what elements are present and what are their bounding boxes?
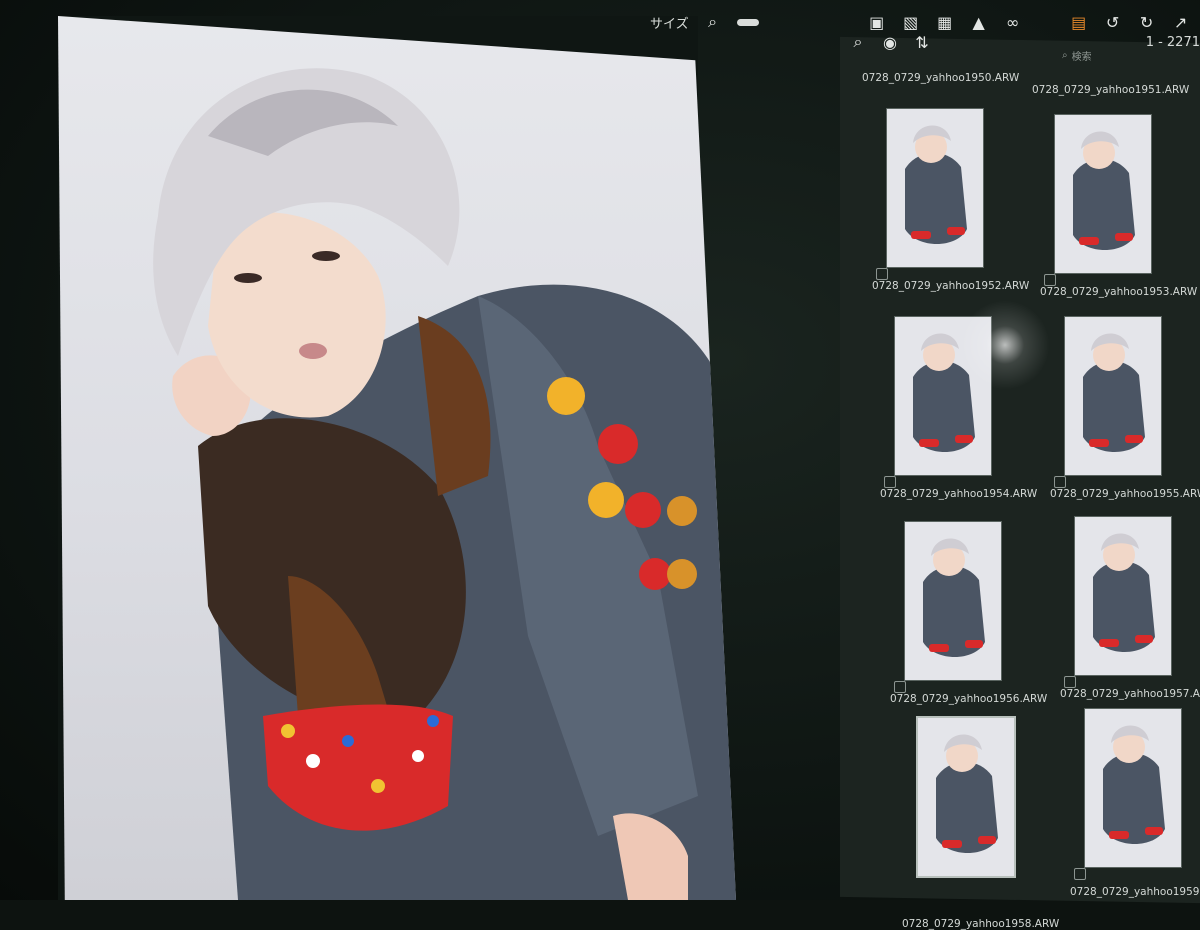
thumbnail-cell[interactable]: 0728_0729_yahhoo1957.ARW <box>1060 500 1200 700</box>
search-icon-small: ⌕ <box>1062 49 1068 61</box>
sort-icon[interactable]: ⇅ <box>912 32 932 52</box>
thumbnail-name: 0728_0729_yahhoo1952.ARW <box>872 280 1030 292</box>
zoom-icon[interactable]: ⌕ <box>703 12 723 32</box>
thumbnail-checkbox[interactable] <box>1044 274 1056 286</box>
thumbnail-checkbox[interactable] <box>1064 676 1076 688</box>
thumbnail-cell[interactable]: 0728_0729_yahhoo1952.ARW <box>872 92 1029 292</box>
thumbnail-cell[interactable]: 0728_0729_yahhoo1959.ARW <box>1070 692 1200 898</box>
thumbnail-name: 0728_0729_yahhoo1955.ARW <box>1050 488 1200 500</box>
thumbnail-checkbox[interactable] <box>884 476 896 488</box>
thumbnail-cell[interactable]: 0728_0729_yahhoo1958.ARW <box>902 700 1059 930</box>
thumbnail-figure <box>1103 725 1165 844</box>
thumbnail-image[interactable] <box>894 316 992 476</box>
top-thumb-name-1: 0728_0729_yahhoo1950.ARW <box>862 72 1020 84</box>
thumbnail-image-selected[interactable] <box>916 716 1016 878</box>
thumbnail-checkbox[interactable] <box>876 268 888 280</box>
image-count: 1 - 2271 <box>1145 34 1200 50</box>
thumbnail-cell[interactable]: 0728_0729_yahhoo1954.ARW <box>880 300 1037 500</box>
search-placeholder: 検索 <box>1071 51 1092 63</box>
thumbnail-image[interactable] <box>1084 708 1182 868</box>
thumbnail-name: 0728_0729_yahhoo1953.ARW <box>1040 286 1198 298</box>
thumbnail-cell[interactable]: 0728_0729_yahhoo1953.ARW <box>1040 98 1197 298</box>
size-slider[interactable] <box>736 18 759 26</box>
thumbnail-cell[interactable]: 0728_0729_yahhoo1955.ARW <box>1050 300 1200 500</box>
browser-header: ⌕ ◉ ⇅ 1 - 2271 <box>840 22 1200 62</box>
top-thumb-name-2: 0728_0729_yahhoo1951.ARW <box>1032 84 1190 96</box>
thumbnail-figure <box>1083 333 1145 452</box>
thumbnail-image[interactable] <box>1064 316 1162 476</box>
thumbnail-image[interactable] <box>904 521 1002 681</box>
thumbnail-figure <box>1093 533 1155 652</box>
thumbnail-checkbox[interactable] <box>1054 476 1066 488</box>
thumbnail-figure <box>923 538 985 657</box>
thumbnail-figure <box>913 333 975 452</box>
thumbnail-name: 0728_0729_yahhoo1954.ARW <box>880 488 1038 500</box>
main-photo[interactable] <box>58 16 736 900</box>
thumbnail-cell[interactable]: 0728_0729_yahhoo1956.ARW <box>890 505 1047 705</box>
main-photo-illustration <box>153 68 736 900</box>
search-field[interactable]: ⌕ 検索 <box>1062 46 1142 64</box>
thumbnail-figure <box>1073 131 1135 250</box>
size-label: サイズ <box>650 16 689 32</box>
thumbnail-image[interactable] <box>886 108 984 268</box>
thumbnail-name: 0728_0729_yahhoo1958.ARW <box>902 918 1060 930</box>
thumbnail-name: 0728_0729_yahhoo1959.ARW <box>1070 886 1200 898</box>
search-icon[interactable]: ⌕ <box>848 32 868 52</box>
eye-icon[interactable]: ◉ <box>880 32 900 52</box>
thumbnail-image[interactable] <box>1054 114 1152 274</box>
thumbnail-figure <box>905 125 967 244</box>
thumbnail-figure <box>936 734 998 853</box>
thumbnail-checkbox[interactable] <box>1074 868 1086 880</box>
thumbnail-checkbox[interactable] <box>894 681 906 693</box>
thumbnail-image[interactable] <box>1074 516 1172 676</box>
